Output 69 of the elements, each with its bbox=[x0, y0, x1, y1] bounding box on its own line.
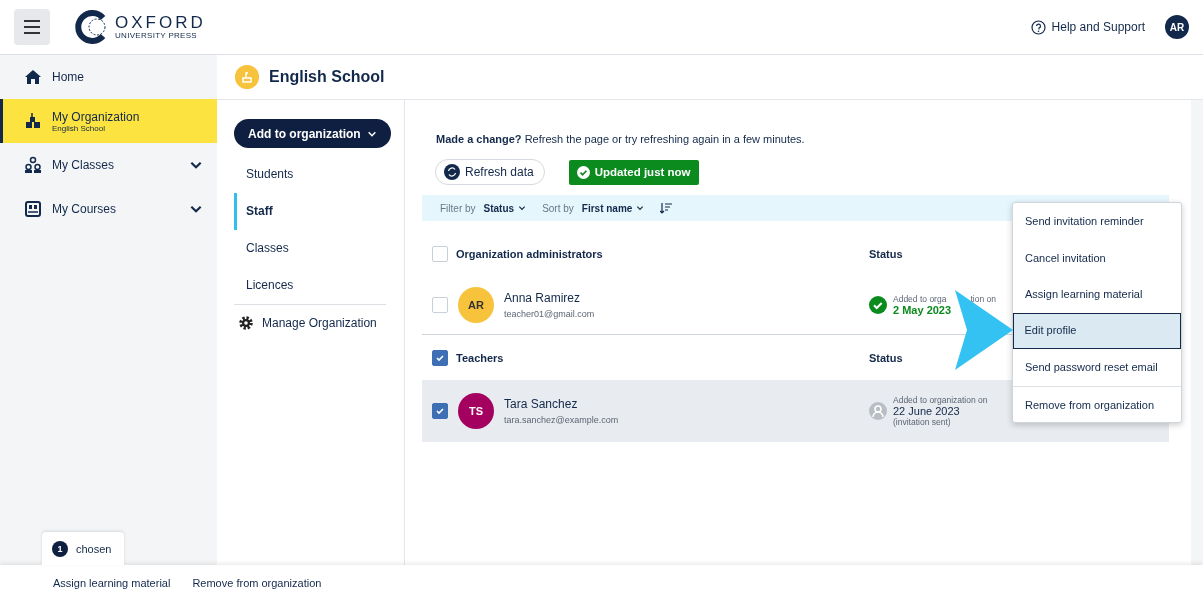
member-name[interactable]: Anna Ramirez bbox=[504, 291, 869, 305]
member-email: tara.sanchez@example.com bbox=[504, 415, 620, 425]
menu-item[interactable]: Remove from organization bbox=[1013, 385, 1181, 422]
pending-user-icon bbox=[869, 402, 887, 420]
filter-label: Filter by bbox=[440, 202, 476, 214]
status-label: tion on bbox=[970, 294, 996, 304]
status-badge: Updated just now bbox=[568, 159, 699, 185]
notice-text: Made a change? Refresh the page or try refreshing again in a few minutes. bbox=[436, 133, 806, 145]
status-label: Added to organization on bbox=[893, 395, 988, 405]
group-heading: Organization administrators bbox=[456, 247, 604, 260]
column-heading: Status bbox=[869, 351, 903, 364]
sort-order-icon[interactable] bbox=[660, 202, 673, 214]
nav-tab[interactable]: Licences bbox=[234, 267, 404, 304]
sidebar-item[interactable]: My Courses bbox=[0, 187, 217, 231]
filter-dropdown[interactable]: Status bbox=[483, 202, 527, 214]
user-avatar: AR bbox=[458, 287, 494, 323]
nav-tab[interactable]: Classes bbox=[234, 230, 404, 267]
action-link[interactable]: Remove from organization bbox=[192, 577, 322, 589]
refresh-icon bbox=[444, 164, 460, 180]
menu-button[interactable] bbox=[14, 9, 50, 45]
logo-title: OXFORD bbox=[115, 14, 206, 31]
menu-icon bbox=[24, 20, 40, 34]
status-label: Added to orga bbox=[893, 294, 947, 304]
refresh-button[interactable]: Refresh data bbox=[435, 159, 545, 185]
user-avatar: TS bbox=[458, 393, 494, 429]
action-link[interactable]: Assign learning material bbox=[53, 577, 171, 589]
organization-icon bbox=[235, 65, 259, 89]
selection-label: chosen bbox=[76, 542, 112, 555]
sort-label: Sort by bbox=[542, 202, 574, 214]
help-link[interactable]: Help and Support bbox=[1051, 20, 1145, 34]
nav-tab[interactable]: Staff bbox=[234, 193, 404, 230]
count-badge: 1 bbox=[52, 540, 68, 557]
menu-item[interactable]: Edit profile bbox=[1013, 312, 1181, 349]
settings-icon bbox=[238, 315, 254, 331]
check-circle-icon bbox=[869, 296, 887, 314]
checkbox[interactable] bbox=[432, 403, 448, 419]
nav-tab[interactable]: Students bbox=[234, 156, 404, 193]
member-email: teacher01@gmail.com bbox=[504, 309, 596, 319]
checkmark-icon bbox=[435, 406, 445, 416]
logo-subtitle: UNIVERSITY PRESS bbox=[115, 31, 198, 40]
sidebar-item[interactable]: My Classes bbox=[0, 143, 217, 187]
chevron-down-icon bbox=[518, 204, 527, 212]
status-date: 22 June 2023 bbox=[893, 405, 961, 417]
chevron-down-icon bbox=[636, 204, 645, 212]
logo-icon bbox=[75, 10, 109, 44]
page-title: English School bbox=[269, 68, 385, 86]
status-date: 2 May 2023 bbox=[893, 304, 953, 316]
sort-dropdown[interactable]: First name bbox=[581, 202, 645, 214]
menu-item[interactable]: Cancel invitation bbox=[1013, 239, 1181, 276]
manage-organization-link[interactable]: Manage Organization bbox=[262, 316, 377, 330]
user-avatar[interactable]: AR bbox=[1165, 15, 1189, 39]
menu-item[interactable]: Send invitation reminder bbox=[1013, 203, 1181, 240]
status-note: (invitation sent) bbox=[893, 417, 952, 427]
sidebar-item[interactable]: My Organization English School bbox=[0, 99, 217, 143]
home-icon bbox=[24, 68, 42, 86]
member-name[interactable]: Tara Sanchez bbox=[504, 397, 869, 411]
column-heading: Status bbox=[869, 247, 903, 260]
check-circle-icon bbox=[576, 165, 590, 179]
checkmark-icon bbox=[435, 352, 445, 363]
add-to-organization-button[interactable]: Add to organization bbox=[234, 119, 391, 148]
help-icon bbox=[1030, 19, 1046, 35]
sidebar-item[interactable]: Home bbox=[0, 55, 217, 99]
book-icon bbox=[24, 200, 42, 218]
buildings-icon bbox=[24, 112, 42, 130]
checkbox[interactable] bbox=[432, 349, 448, 366]
pointer-arrow-icon bbox=[953, 290, 1013, 370]
group-heading: Teachers bbox=[456, 351, 505, 364]
menu-item[interactable]: Assign learning material bbox=[1013, 276, 1181, 313]
people-icon bbox=[24, 156, 42, 174]
